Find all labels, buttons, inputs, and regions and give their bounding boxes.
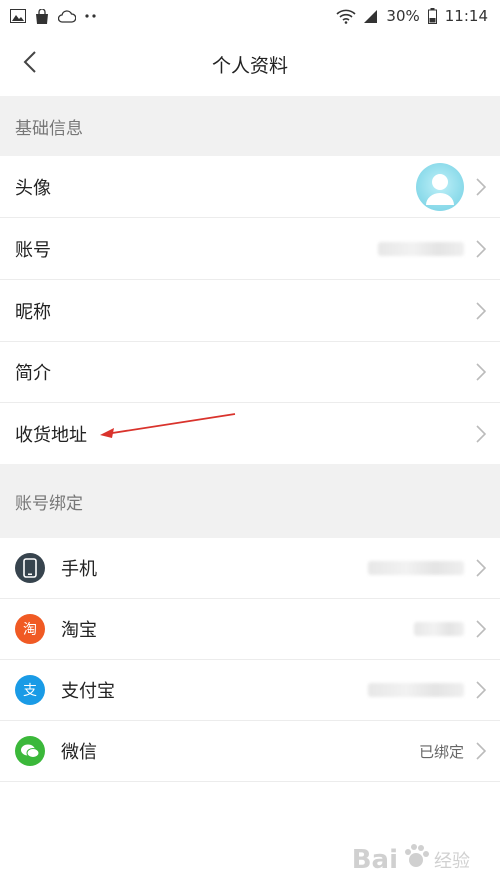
nav-bar: 个人资料 [0,32,500,96]
phone-binding-row[interactable]: 手机 [0,538,500,599]
redacted-value [368,683,464,697]
watermark-brand: Bai [351,844,398,875]
watermark-suffix: 经验 [434,850,470,872]
alipay-icon: 支 [15,675,45,705]
avatar [416,163,464,211]
section-title: 基础信息 [15,118,83,139]
signal-icon [364,9,378,23]
wechat-binding-row[interactable]: 微信 已绑定 [0,721,500,782]
account-row[interactable]: 账号 [0,219,500,280]
taobao-glyph: 淘 [23,622,37,638]
row-label: 昵称 [15,302,51,323]
redacted-value [414,622,464,636]
bag-icon [34,8,50,24]
row-label: 微信 [61,742,97,763]
battery-icon [427,8,437,24]
alipay-binding-row[interactable]: 支 支付宝 [0,660,500,721]
cloud-icon [58,9,76,23]
chevron-right-icon [476,681,486,699]
intro-row[interactable]: 简介 [0,342,500,403]
redacted-value [378,242,464,256]
taobao-binding-row[interactable]: 淘 淘宝 [0,599,500,660]
chevron-right-icon [476,178,486,196]
chevron-right-icon [476,302,486,320]
chevron-right-icon [476,424,486,443]
phone-icon [15,553,45,583]
back-button[interactable] [14,48,46,80]
section-basic-info: 基础信息 [0,96,500,156]
image-icon [10,9,26,23]
section-account-binding: 账号绑定 [0,464,500,538]
baidu-watermark: Bai 经验 [352,842,470,877]
row-label: 淘宝 [61,620,97,641]
chevron-right-icon [476,620,486,638]
status-bar: 30% 11:14 [0,0,500,32]
battery-percent: 30% [386,7,420,25]
taobao-icon: 淘 [15,614,45,644]
alipay-glyph: 支 [23,683,37,699]
row-label: 手机 [61,559,97,580]
section-title: 账号绑定 [15,493,83,514]
address-row[interactable]: 收货地址 [0,403,500,464]
bound-status: 已绑定 [418,742,464,761]
chevron-right-icon [476,742,486,760]
user-silhouette-icon [426,174,454,205]
page-title: 个人资料 [211,54,288,77]
chevron-right-icon [476,363,486,381]
row-label: 支付宝 [61,681,115,702]
clock: 11:14 [444,7,488,25]
paw-icon [402,842,430,877]
nickname-row[interactable]: 昵称 [0,281,500,342]
redacted-value [368,561,464,575]
wechat-icon [15,736,45,766]
back-chevron-icon [23,50,37,78]
row-label: 头像 [15,178,51,199]
row-label: 账号 [15,240,51,261]
row-label: 简介 [15,363,51,384]
chevron-right-icon [476,559,486,577]
more-dots-icon [84,14,98,18]
avatar-row[interactable]: 头像 [0,157,500,218]
chevron-right-icon [476,240,486,258]
row-label: 收货地址 [15,424,87,446]
wifi-icon [336,9,356,24]
